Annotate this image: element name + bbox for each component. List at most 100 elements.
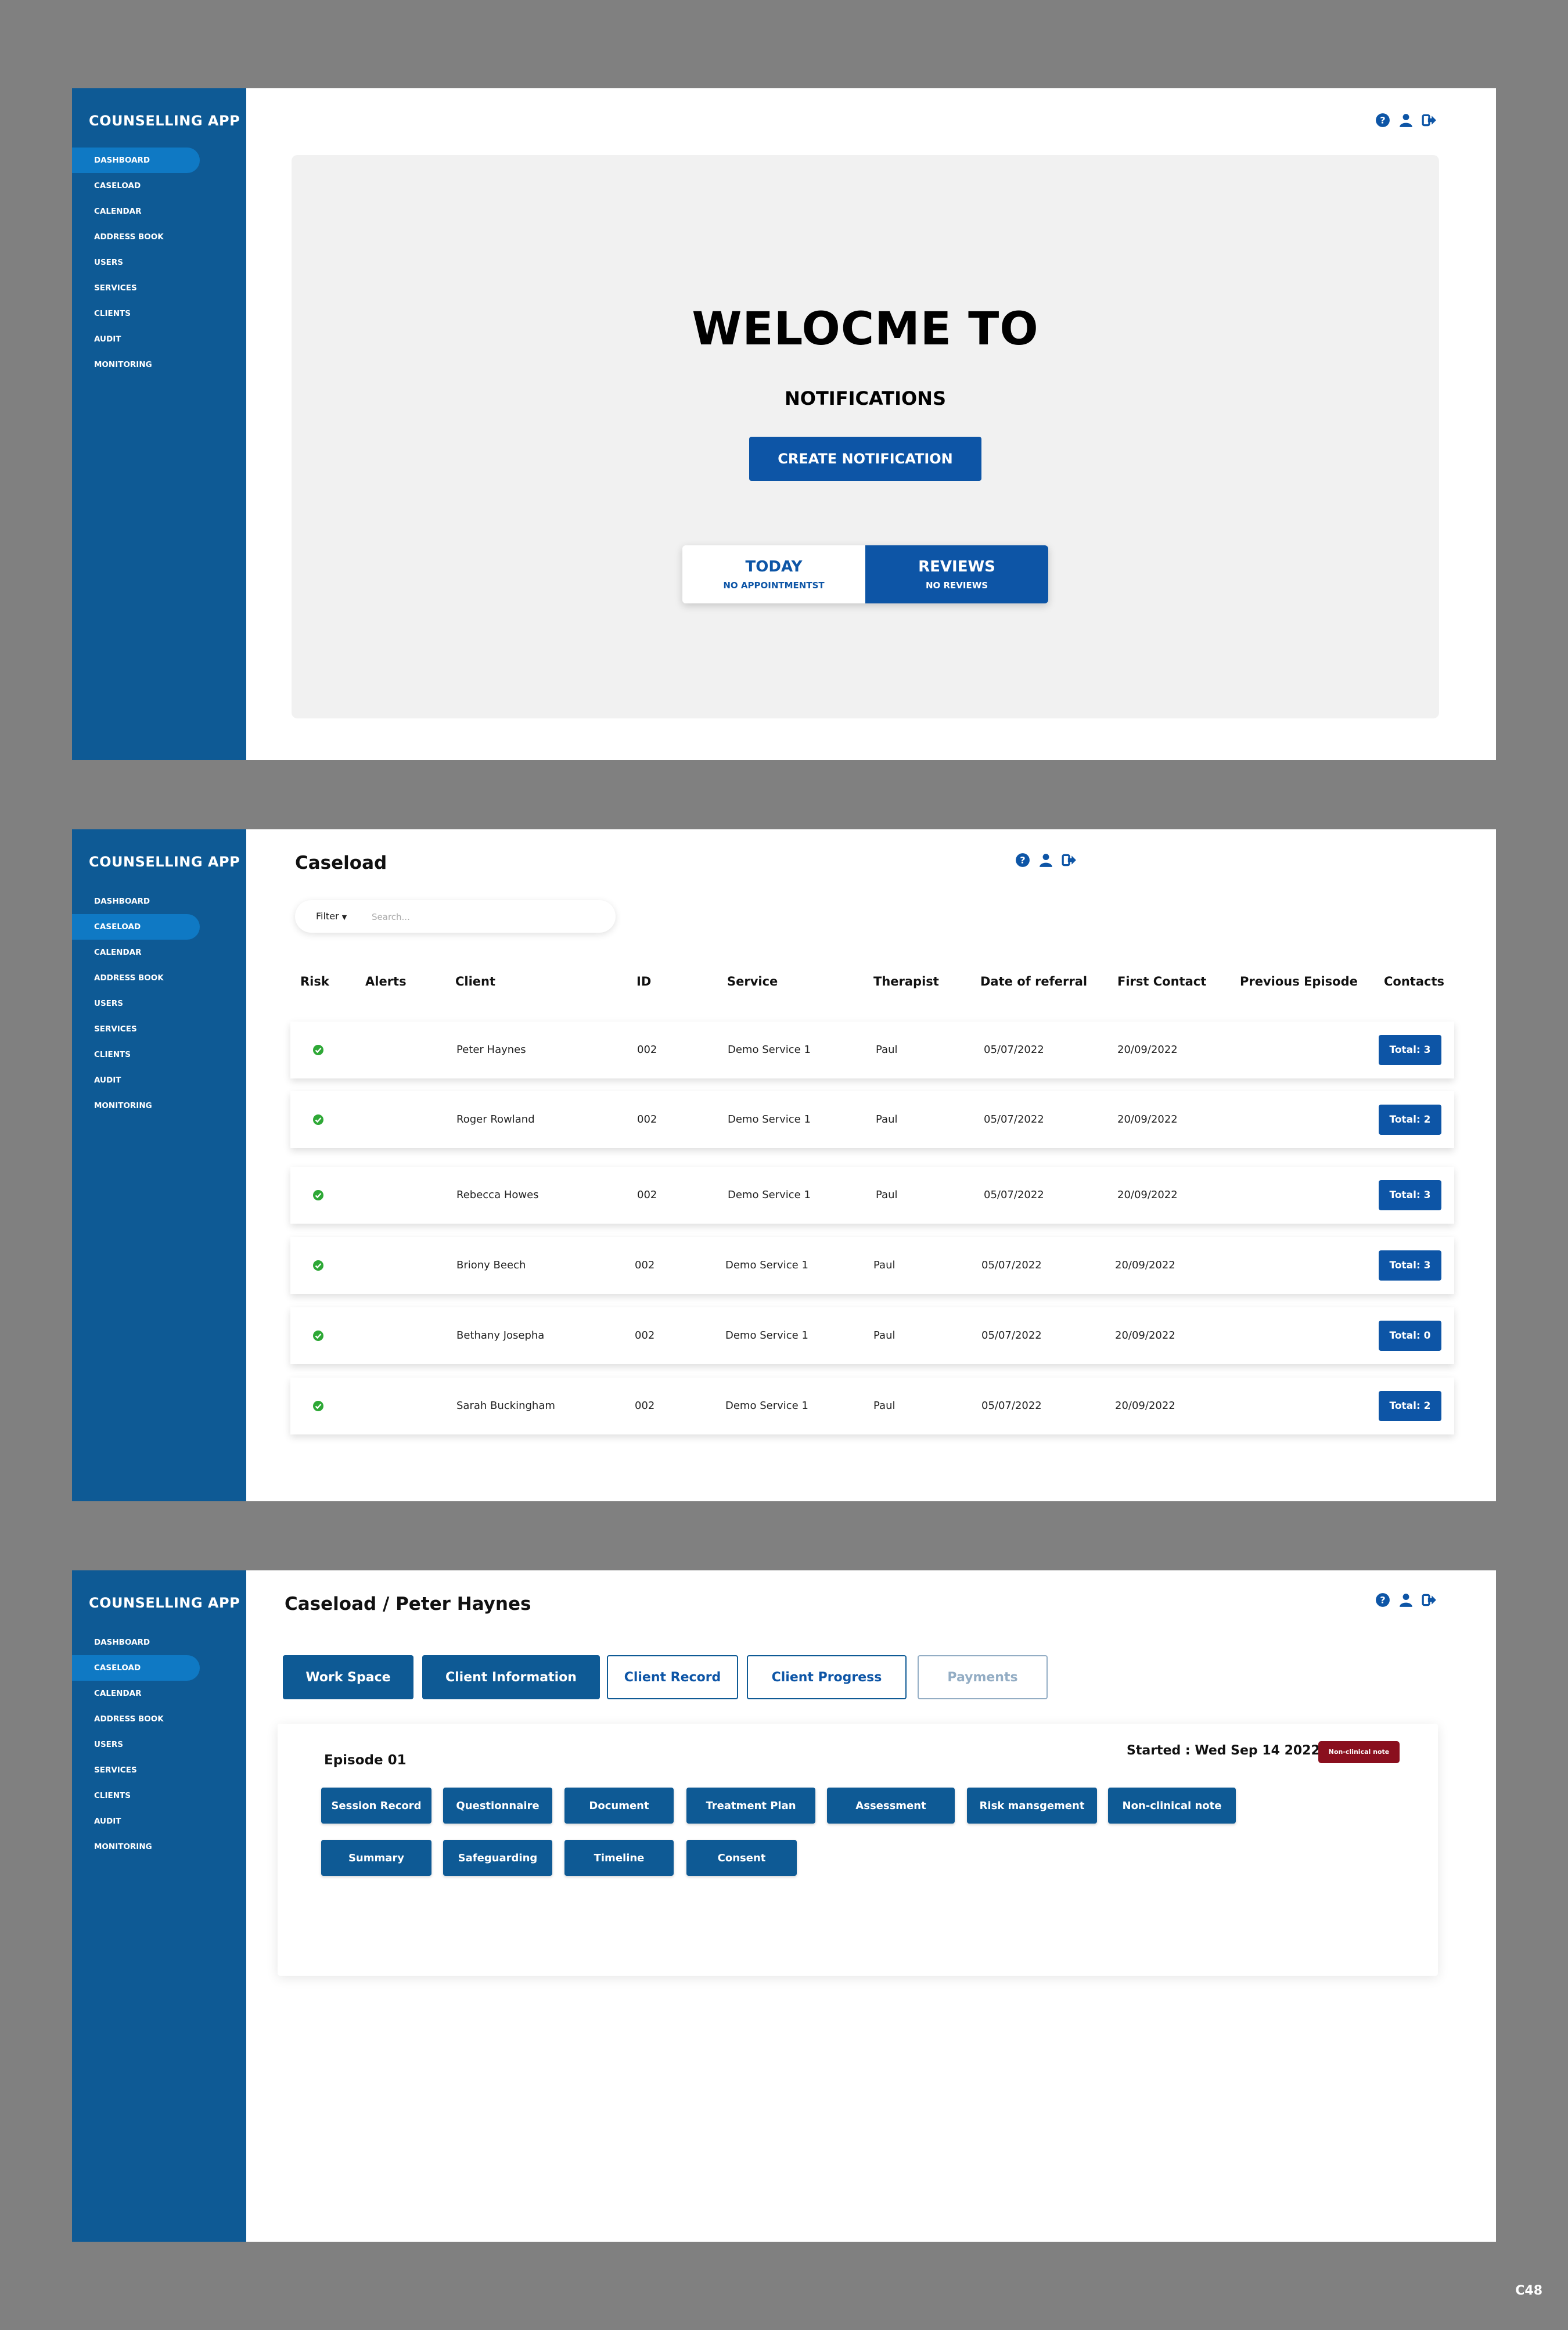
user-icon[interactable] — [1398, 1592, 1414, 1608]
nav-address-book[interactable]: ADDRESS BOOK — [72, 1706, 200, 1732]
nav-services[interactable]: SERVICES — [72, 1016, 200, 1042]
filter-label: Filter — [316, 911, 339, 922]
dashboard-screen: COUNSELLING APP DASHBOARD CASELOAD CALEN… — [72, 88, 1496, 760]
filter-dropdown[interactable]: Filter ▼ — [316, 900, 347, 934]
col-contacts[interactable]: Contacts — [1384, 975, 1444, 988]
client-detail-screen: COUNSELLING APP DASHBOARD CASELOAD CALEN… — [72, 1570, 1496, 2242]
client-name: Sarah Buckingham — [456, 1400, 555, 1412]
contacts-total-button[interactable]: Total: 3 — [1379, 1180, 1441, 1210]
nav-audit[interactable]: AUDIT — [72, 326, 200, 352]
non-clinical-note-badge[interactable]: Non-clinical note — [1318, 1741, 1400, 1763]
client-id: 002 — [637, 1044, 657, 1056]
client-id: 002 — [635, 1329, 655, 1342]
col-risk[interactable]: Risk — [300, 975, 329, 988]
header-icons: ? — [1375, 113, 1437, 127]
user-icon[interactable] — [1038, 853, 1053, 868]
sidebar-nav: DASHBOARD CASELOAD CALENDAR ADDRESS BOOK… — [72, 148, 200, 377]
create-notification-button[interactable]: CREATE NOTIFICATION — [749, 437, 981, 481]
safeguarding-button[interactable]: Safeguarding — [443, 1840, 552, 1876]
nav-address-book[interactable]: ADDRESS BOOK — [72, 224, 200, 250]
contacts-total-button[interactable]: Total: 2 — [1379, 1105, 1441, 1135]
check-circle-icon — [313, 1401, 323, 1411]
col-service[interactable]: Service — [727, 975, 778, 988]
nav-audit[interactable]: AUDIT — [72, 1808, 200, 1834]
table-row[interactable]: Bethany Josepha 002 Demo Service 1 Paul … — [290, 1307, 1454, 1364]
col-therapist[interactable]: Therapist — [873, 975, 939, 988]
nav-clients[interactable]: CLIENTS — [72, 301, 200, 326]
nav-users[interactable]: USERS — [72, 250, 200, 275]
user-icon[interactable] — [1398, 113, 1414, 128]
page-title: Caseload — [295, 853, 387, 873]
table-row[interactable]: Sarah Buckingham 002 Demo Service 1 Paul… — [290, 1378, 1454, 1434]
today-tab[interactable]: TODAY NO APPOINTMENTST — [682, 545, 865, 603]
table-row[interactable]: Roger Rowland 002 Demo Service 1 Paul 05… — [290, 1091, 1454, 1148]
nav-clients[interactable]: CLIENTS — [72, 1042, 200, 1067]
assessment-button[interactable]: Assessment — [827, 1788, 955, 1824]
table-row[interactable]: Briony Beech 002 Demo Service 1 Paul 05/… — [290, 1237, 1454, 1294]
nav-dashboard[interactable]: DASHBOARD — [72, 889, 200, 914]
reviews-tab[interactable]: REVIEWS NO REVIEWS — [865, 545, 1048, 603]
logout-icon[interactable] — [1422, 113, 1437, 128]
contacts-total-button[interactable]: Total: 3 — [1379, 1250, 1441, 1281]
client-name: Briony Beech — [456, 1259, 526, 1271]
help-icon[interactable]: ? — [1015, 853, 1030, 868]
col-first-contact[interactable]: First Contact — [1117, 975, 1206, 988]
col-date-of-referral[interactable]: Date of referral — [980, 975, 1087, 988]
nav-calendar[interactable]: CALENDAR — [72, 1681, 200, 1706]
questionnaire-button[interactable]: Questionnaire — [443, 1788, 552, 1824]
nav-audit[interactable]: AUDIT — [72, 1067, 200, 1093]
nav-caseload[interactable]: CASELOAD — [72, 1655, 200, 1681]
nav-monitoring[interactable]: MONITORING — [72, 352, 200, 377]
nav-monitoring[interactable]: MONITORING — [72, 1093, 200, 1119]
tab-client-progress[interactable]: Client Progress — [747, 1655, 907, 1699]
summary-button[interactable]: Summary — [321, 1840, 431, 1876]
nav-dashboard[interactable]: DASHBOARD — [72, 148, 200, 173]
search-input[interactable] — [371, 907, 594, 927]
nav-caseload[interactable]: CASELOAD — [72, 173, 200, 199]
logout-icon[interactable] — [1062, 853, 1077, 868]
nav-monitoring[interactable]: MONITORING — [72, 1834, 200, 1860]
table-row[interactable]: Peter Haynes 002 Demo Service 1 Paul 05/… — [290, 1022, 1454, 1078]
nav-dashboard[interactable]: DASHBOARD — [72, 1630, 200, 1655]
date-of-referral: 05/07/2022 — [984, 1189, 1044, 1201]
tab-payments[interactable]: Payments — [918, 1655, 1048, 1699]
nav-calendar[interactable]: CALENDAR — [72, 940, 200, 965]
nav-users[interactable]: USERS — [72, 991, 200, 1016]
help-icon[interactable]: ? — [1375, 113, 1390, 128]
timeline-button[interactable]: Timeline — [564, 1840, 674, 1876]
sidebar-nav: DASHBOARD CASELOAD CALENDAR ADDRESS BOOK… — [72, 889, 200, 1119]
table-row[interactable]: Rebecca Howes 002 Demo Service 1 Paul 05… — [290, 1167, 1454, 1224]
contacts-total-button[interactable]: Total: 2 — [1379, 1391, 1441, 1421]
nav-caseload[interactable]: CASELOAD — [72, 914, 200, 940]
episode-title: Episode 01 — [324, 1753, 407, 1768]
svg-text:?: ? — [1020, 854, 1025, 865]
col-id[interactable]: ID — [636, 975, 651, 988]
document-button[interactable]: Document — [564, 1788, 674, 1824]
non-clinical-note-button[interactable]: Non-clinical note — [1108, 1788, 1236, 1824]
svg-text:?: ? — [1380, 114, 1385, 125]
caret-down-icon: ▼ — [341, 914, 347, 921]
tab-client-information[interactable]: Client Information — [422, 1655, 600, 1699]
nav-services[interactable]: SERVICES — [72, 1757, 200, 1783]
nav-clients[interactable]: CLIENTS — [72, 1783, 200, 1808]
col-alerts[interactable]: Alerts — [365, 975, 407, 988]
nav-calendar[interactable]: CALENDAR — [72, 199, 200, 224]
nav-services[interactable]: SERVICES — [72, 275, 200, 301]
contacts-total-button[interactable]: Total: 3 — [1379, 1035, 1441, 1065]
today-title: TODAY — [745, 558, 803, 576]
consent-button[interactable]: Consent — [686, 1840, 797, 1876]
treatment-plan-button[interactable]: Treatment Plan — [686, 1788, 815, 1824]
col-previous-episode[interactable]: Previous Episode — [1240, 975, 1358, 988]
nav-users[interactable]: USERS — [72, 1732, 200, 1757]
nav-address-book[interactable]: ADDRESS BOOK — [72, 965, 200, 991]
tab-work-space[interactable]: Work Space — [283, 1655, 413, 1699]
date-of-referral: 05/07/2022 — [981, 1329, 1042, 1342]
app-title: COUNSELLING APP — [89, 1595, 240, 1611]
risk-management-button[interactable]: Risk mansgement — [967, 1788, 1097, 1824]
col-client[interactable]: Client — [455, 975, 495, 988]
contacts-total-button[interactable]: Total: 0 — [1379, 1321, 1441, 1351]
tab-client-record[interactable]: Client Record — [607, 1655, 738, 1699]
session-record-button[interactable]: Session Record — [321, 1788, 431, 1824]
help-icon[interactable]: ? — [1375, 1592, 1390, 1608]
logout-icon[interactable] — [1422, 1592, 1437, 1608]
